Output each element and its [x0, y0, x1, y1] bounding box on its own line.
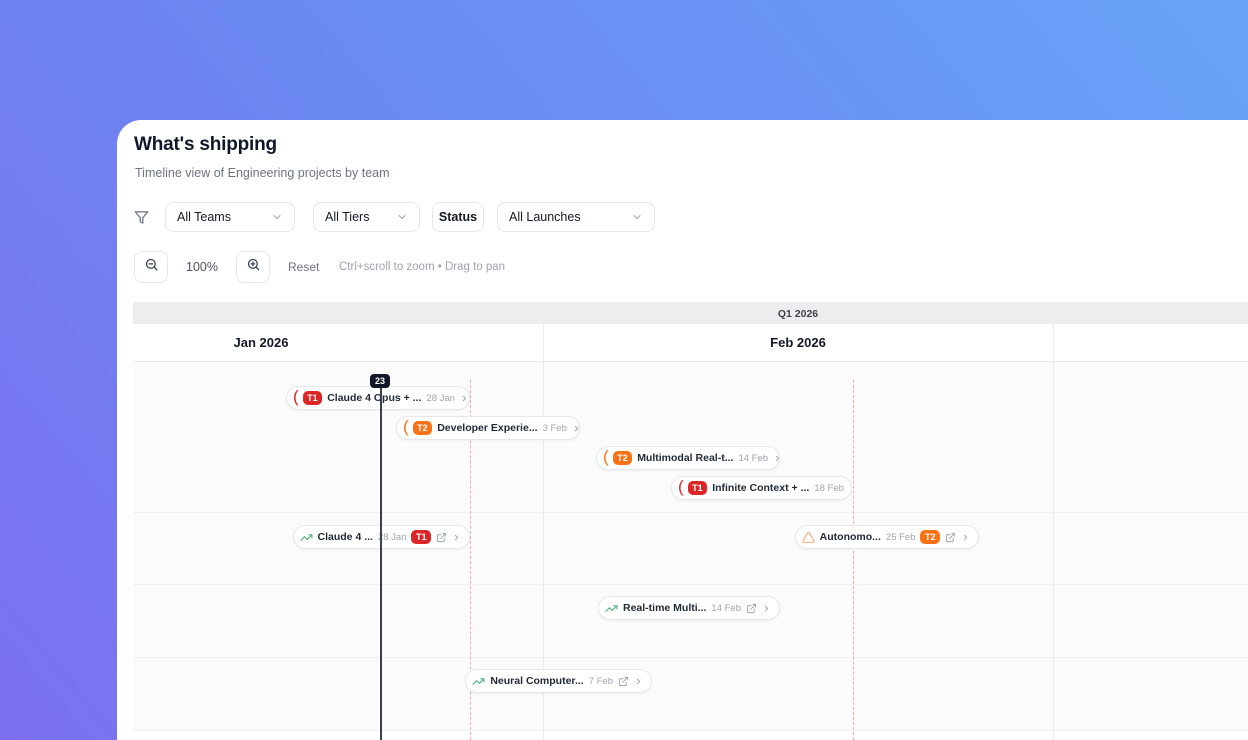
tier-badge: T2 — [920, 530, 940, 544]
project-label: Multimodal Real-t... — [637, 452, 734, 464]
page-background: What's shipping Timeline view of Enginee… — [0, 0, 1248, 740]
timeline-bar[interactable]: (T1 Infinite Context + ... 18 Feb — [671, 476, 852, 500]
milestone-label: Neural Computer... — [490, 675, 584, 687]
teams-filter-dropdown[interactable]: All Teams — [165, 202, 295, 232]
chevron-right-icon — [773, 454, 779, 463]
chevron-right-icon — [634, 677, 643, 686]
page-title: What's shipping — [134, 134, 277, 155]
status-filter-label: Status — [438, 210, 478, 224]
external-link-icon — [945, 532, 956, 543]
month-gridline — [1053, 324, 1054, 740]
today-date-badge: 23 — [369, 374, 391, 388]
tier-badge: T1 — [302, 391, 323, 405]
timeline-lane-row — [133, 658, 1248, 731]
zoom-pan-hint: Ctrl+scroll to zoom • Drag to pan — [339, 261, 506, 273]
milestone-pill[interactable]: Autonomo... 25 Feb T2 — [794, 525, 979, 549]
timeline-lane-row — [133, 513, 1248, 585]
start-bracket-icon: ( — [678, 477, 684, 496]
project-label: Infinite Context + ... — [712, 482, 810, 494]
zoom-in-icon — [246, 257, 261, 277]
page-subtitle: Timeline view of Engineering projects by… — [135, 166, 390, 180]
external-link-icon — [746, 603, 757, 614]
project-date: 18 Feb — [814, 482, 844, 494]
status-filter-button[interactable]: Status — [432, 202, 484, 232]
chevron-down-icon — [396, 211, 408, 223]
project-date: 14 Feb — [738, 452, 769, 464]
milestone-label: Autonomo... — [819, 531, 881, 543]
timeline-bar[interactable]: (T2 Developer Experie... 3 Feb — [396, 416, 580, 440]
month-label: Feb 2026 — [770, 335, 826, 350]
zoom-in-button[interactable] — [236, 251, 270, 283]
launches-filter-value: All Launches — [509, 210, 581, 224]
milestone-pill[interactable]: Real-time Multi... 14 Feb — [597, 596, 780, 620]
start-bracket-icon: ( — [403, 417, 409, 436]
launch-date-dashed-line — [853, 380, 854, 740]
quarter-label: Q1 2026 — [777, 308, 819, 320]
external-link-icon — [436, 532, 447, 543]
chevron-right-icon — [460, 394, 469, 403]
chevron-right-icon — [961, 533, 970, 542]
quarter-header-band — [133, 302, 1248, 324]
chevron-down-icon — [271, 211, 283, 223]
tier-badge: T1 — [687, 481, 708, 495]
trending-up-icon — [300, 531, 313, 544]
trending-up-icon — [472, 675, 485, 688]
zoom-reset-button[interactable]: Reset — [288, 260, 319, 274]
milestone-date: 14 Feb — [711, 602, 741, 614]
tiers-filter-dropdown[interactable]: All Tiers — [313, 202, 420, 232]
project-label: Claude 4 Opus + ... — [327, 392, 422, 404]
tiers-filter-value: All Tiers — [325, 210, 370, 224]
today-line — [380, 377, 382, 740]
trending-up-icon — [605, 602, 618, 615]
start-bracket-icon: ( — [603, 447, 609, 466]
teams-filter-value: All Teams — [177, 210, 231, 224]
milestone-pill[interactable]: Neural Computer... 7 Feb — [465, 669, 652, 693]
timeline-bar[interactable]: (T2 Multimodal Real-t... 14 Feb — [596, 446, 780, 470]
chevron-right-icon — [849, 484, 851, 493]
chevron-right-icon — [452, 533, 461, 542]
chevron-right-icon — [572, 424, 579, 433]
milestone-date: 7 Feb — [588, 675, 613, 687]
project-date: 28 Jan — [426, 392, 455, 404]
milestone-date: 28 Jan — [377, 531, 407, 543]
month-label: Jan 2026 — [233, 335, 289, 350]
milestone-date: 25 Feb — [885, 531, 916, 543]
months-header-row — [133, 324, 1248, 362]
tier-badge: T1 — [411, 530, 431, 544]
zoom-out-button[interactable] — [134, 251, 168, 283]
filter-funnel-icon — [134, 210, 149, 230]
chevron-down-icon — [631, 211, 643, 223]
chevron-right-icon — [762, 604, 771, 613]
zoom-out-icon — [144, 257, 159, 277]
milestone-label: Real-time Multi... — [622, 602, 707, 614]
project-date: 3 Feb — [542, 422, 567, 434]
warning-icon — [801, 531, 815, 544]
external-link-icon — [618, 676, 629, 687]
start-bracket-icon: ( — [293, 387, 299, 406]
timeline-bar[interactable]: (T1 Claude 4 Opus + ... 28 Jan — [286, 386, 470, 410]
tier-badge: T2 — [412, 421, 433, 435]
project-label: Developer Experie... — [437, 422, 538, 434]
zoom-level: 100% — [186, 260, 218, 274]
launches-filter-dropdown[interactable]: All Launches — [497, 202, 655, 232]
milestone-label: Claude 4 ... — [317, 531, 373, 543]
tier-badge: T2 — [612, 451, 633, 465]
